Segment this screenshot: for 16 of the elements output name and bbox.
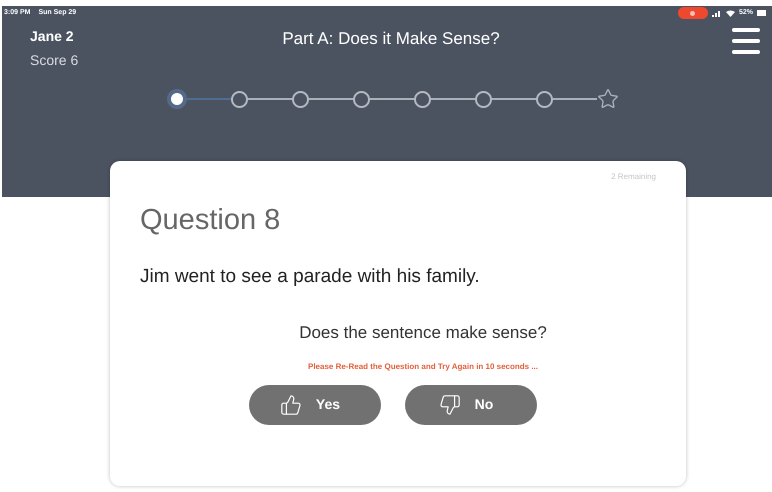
yes-button[interactable]: Yes [249,384,381,424]
no-button[interactable]: No [405,384,537,424]
menu-button[interactable] [732,28,760,54]
score-label: Score 6 [30,51,80,70]
user-name: Jane 2 [30,27,75,46]
page-title: Part A: Does it Make Sense? [281,28,501,50]
battery-icon [757,10,766,16]
thumbs-up-icon [280,394,302,416]
thumbs-down-icon [438,394,461,416]
retry-warning: Please Re-Read the Question and Try Again in 10 seconds ... [308,360,538,372]
question-sentence: Jim went to see a parade with his family. [140,264,481,288]
wifi-icon [726,10,735,16]
question-heading: Question 8 [140,203,282,238]
prompt-text: Does the sentence make sense? [299,322,547,344]
signal-icon [712,10,722,16]
remaining-count: 2 Remaining [611,171,656,183]
